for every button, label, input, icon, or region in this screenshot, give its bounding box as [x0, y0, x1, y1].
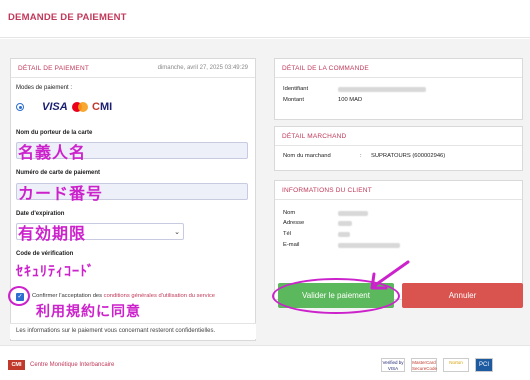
merchant-detail-panel: DÉTAIL MARCHAND: [274, 126, 523, 171]
checkbox-highlight-circle: [8, 286, 30, 306]
order-detail-header: DÉTAIL DE LA COMMANDE: [275, 59, 522, 78]
mastercard-logo-overlap: [78, 102, 88, 112]
terms-text: Confirmer l'acceptation des conditions g…: [32, 293, 215, 299]
cancel-button[interactable]: Annuler: [402, 283, 523, 308]
expiry-annotation: 有効期限: [18, 224, 87, 243]
cvv-annotation: ｾｷｭﾘﾃｨｺｰﾄﾞ: [16, 264, 95, 280]
card-number-label: Numéro de carte de paiement: [16, 170, 101, 176]
card-number-annotation: カード番号: [18, 184, 104, 203]
client-email-label: E-mail: [283, 242, 300, 248]
cmi-logo: CMI: [92, 101, 113, 113]
order-id-label: Identifiant: [283, 86, 309, 92]
chevron-down-icon: ⌄: [174, 229, 180, 236]
payment-mode-radio[interactable]: [16, 103, 24, 111]
client-tel-label: Tél: [283, 231, 292, 237]
client-nom-value: [338, 211, 368, 216]
pci-badge: PCI: [475, 358, 493, 372]
client-adresse-label: Adresse: [283, 220, 305, 226]
terms-annotation: 利用規約に同意: [36, 304, 141, 320]
cmi-footer-logo: CMI: [8, 360, 25, 370]
footer-brand-text: Centre Monétique Interbancaire: [30, 362, 115, 368]
client-info-header: INFORMATIONS DU CLIENT: [275, 181, 522, 200]
merchant-detail-header: DÉTAIL MARCHAND: [275, 127, 522, 146]
cardholder-label: Nom du porteur de la carte: [16, 130, 93, 136]
verified-by-visa-badge: Verified by VISA: [381, 358, 405, 372]
payment-detail-title: DÉTAIL DE PAIEMENT: [18, 65, 90, 72]
cardholder-annotation: 名義人名: [18, 143, 87, 162]
payment-date: dimanche, avril 27, 2025 03:49:29: [157, 65, 248, 71]
payment-modes-label: Modes de paiement :: [16, 85, 73, 91]
confidentiality-note: Les informations sur le paiement vous co…: [10, 323, 256, 339]
page-title: DEMANDE DE PAIEMENT: [8, 12, 127, 23]
order-amount-label: Montant: [283, 97, 304, 103]
merchant-name-value: SUPRATOURS (600002946): [371, 153, 446, 159]
client-tel-value: [338, 232, 350, 237]
norton-badge: Norton: [443, 358, 469, 372]
visa-logo: VISA: [42, 101, 68, 113]
order-amount-value: 100 MAD: [338, 97, 363, 103]
client-email-value: [338, 243, 400, 248]
terms-prefix: Confirmer l'acceptation des: [32, 293, 104, 299]
merchant-name-label: Nom du marchand: [283, 153, 331, 159]
footer: CMI Centre Monétique Interbancaire Verif…: [0, 345, 530, 380]
mastercard-securecode-badge: MasterCard SecureCode: [411, 358, 438, 372]
terms-link[interactable]: conditions générales d'utilisation du se…: [104, 293, 215, 299]
cvv-label: Code de vérification: [16, 251, 74, 257]
order-id-value: [338, 87, 426, 92]
client-nom-label: Nom: [283, 210, 296, 216]
expiry-label: Date d'expiration: [16, 211, 65, 217]
payment-detail-header: DÉTAIL DE PAIEMENT dimanche, avril 27, 2…: [11, 59, 255, 78]
client-adresse-value: [338, 221, 352, 226]
top-bar: DEMANDE DE PAIEMENT: [0, 0, 530, 38]
merchant-separator: :: [360, 153, 362, 159]
